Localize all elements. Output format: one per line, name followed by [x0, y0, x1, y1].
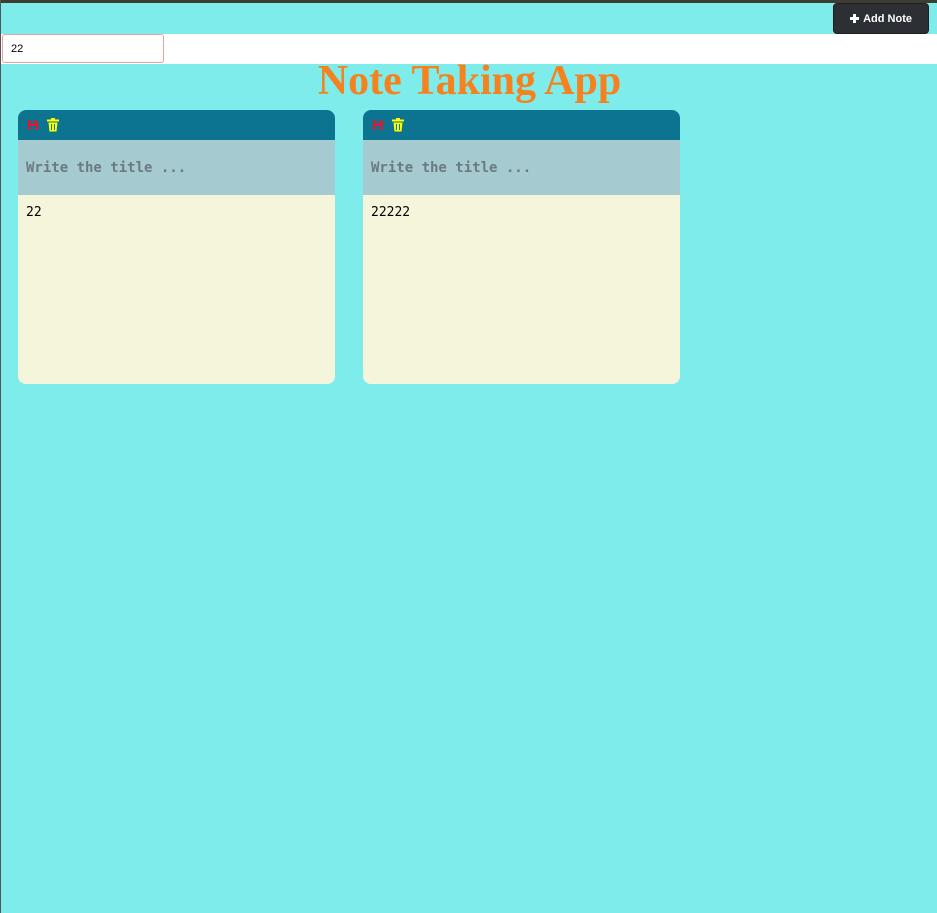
- plus-icon: [850, 14, 860, 23]
- add-note-label: Add Note: [863, 12, 912, 25]
- note-body-textarea[interactable]: 22222: [363, 195, 680, 384]
- note-toolbar: [18, 110, 335, 140]
- note-card: 22222: [363, 110, 680, 384]
- page-title: Note Taking App: [317, 58, 622, 104]
- trash-icon: [392, 118, 404, 132]
- window-top-border: [1, 0, 937, 3]
- note-body-textarea[interactable]: 22: [18, 195, 335, 384]
- save-button[interactable]: [371, 117, 385, 133]
- note-title-input[interactable]: [363, 140, 680, 195]
- save-icon: [373, 120, 383, 130]
- delete-button[interactable]: [391, 117, 405, 133]
- note-toolbar: [363, 110, 680, 140]
- note-title-input[interactable]: [18, 140, 335, 195]
- note-card: 22: [18, 110, 335, 384]
- delete-button[interactable]: [46, 117, 60, 133]
- save-icon: [28, 120, 38, 130]
- trash-icon: [47, 118, 59, 132]
- save-button[interactable]: [26, 117, 40, 133]
- add-note-button[interactable]: Add Note: [833, 3, 929, 34]
